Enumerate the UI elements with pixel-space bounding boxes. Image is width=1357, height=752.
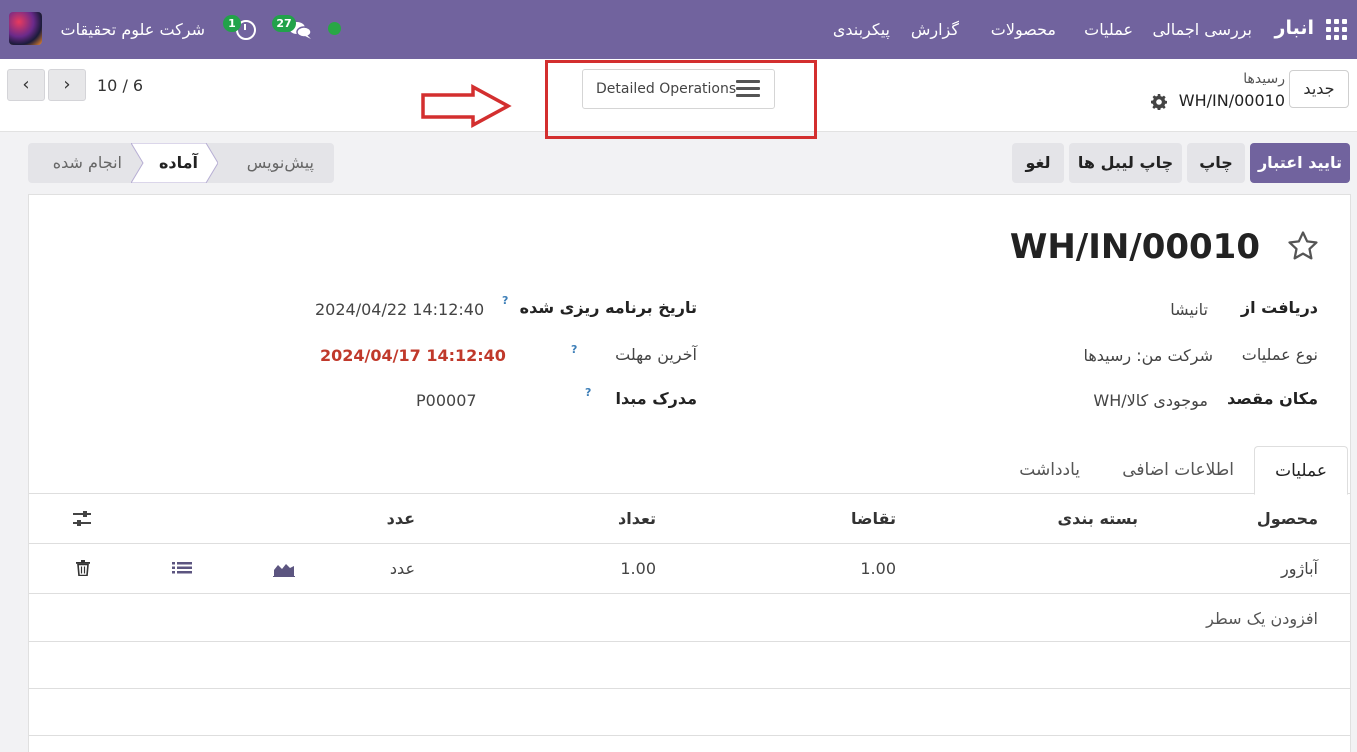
cancel-button[interactable]: لغو: [1012, 143, 1064, 183]
breadcrumb-parent[interactable]: رسیدها: [1243, 71, 1285, 87]
company-name[interactable]: شرکت علوم تحقیقات: [61, 20, 205, 39]
source-document-value[interactable]: P00007: [416, 391, 477, 410]
star-icon[interactable]: [1286, 229, 1320, 263]
pager-value[interactable]: 10 / 6: [97, 76, 143, 95]
row-quantity[interactable]: 1.00: [620, 559, 656, 578]
column-demand[interactable]: تقاضا: [851, 509, 896, 528]
hamburger-icon: [736, 80, 760, 98]
detailed-operations-label: Detailed Operations: [596, 81, 737, 97]
user-avatar[interactable]: [9, 12, 42, 45]
destination-label: مکان مقصد: [1227, 389, 1318, 408]
form-tabs: عملیات اطلاعات اضافی یادداشت: [29, 446, 1350, 495]
operations-table-header: محصول بسته بندی تقاضا تعداد عدد: [29, 494, 1350, 544]
row-uom[interactable]: عدد: [390, 559, 415, 578]
column-quantity[interactable]: تعداد: [618, 509, 656, 528]
print-button[interactable]: چاپ: [1187, 143, 1245, 183]
tab-operations[interactable]: عملیات: [1254, 446, 1348, 495]
new-button[interactable]: جدید: [1289, 70, 1349, 108]
receive-from-label: دریافت از: [1240, 298, 1318, 317]
messages-badge: 27: [272, 15, 296, 32]
detailed-operations-button[interactable]: Detailed Operations: [582, 69, 775, 109]
forecast-chart-icon[interactable]: [273, 561, 295, 577]
source-document-label: مدرک مبدا: [615, 389, 697, 408]
pager-next-button[interactable]: ›: [48, 69, 86, 101]
help-icon[interactable]: ?: [571, 343, 577, 356]
top-navbar: انبار بررسی اجمالی عملیات محصولات گزارش …: [0, 0, 1357, 59]
menu-configuration[interactable]: پیکربندی: [833, 20, 890, 39]
row-demand[interactable]: 1.00: [860, 559, 896, 578]
scheduled-date-label: تاریخ برنامه ریزی شده: [519, 298, 697, 317]
stage-ready[interactable]: آماده: [159, 143, 198, 183]
menu-reporting[interactable]: گزارش: [911, 20, 959, 39]
empty-row: [29, 689, 1350, 736]
destination-value[interactable]: WH/موجودی کالا: [1093, 391, 1208, 410]
gear-icon[interactable]: [1151, 94, 1167, 110]
detailed-list-icon[interactable]: [172, 561, 192, 577]
apps-grid-icon[interactable]: [1326, 19, 1347, 40]
tab-note[interactable]: یادداشت: [999, 446, 1100, 494]
empty-row: [29, 642, 1350, 689]
column-product[interactable]: محصول: [1257, 509, 1318, 528]
column-packaging[interactable]: بسته بندی: [1057, 509, 1138, 528]
deadline-label: آخرین مهلت: [615, 345, 697, 364]
print-labels-button[interactable]: چاپ لیبل ها: [1069, 143, 1182, 183]
operation-type-label: نوع عملیات: [1241, 345, 1318, 364]
help-icon[interactable]: ?: [585, 386, 591, 399]
tab-additional-info[interactable]: اطلاعات اضافی: [1102, 446, 1254, 494]
column-uom[interactable]: عدد: [387, 509, 415, 528]
pager-previous-button[interactable]: ‹: [7, 69, 45, 101]
activities-badge: 1: [223, 15, 241, 32]
column-settings-icon[interactable]: [72, 510, 92, 528]
app-name[interactable]: انبار: [1275, 17, 1314, 39]
breadcrumb-current: WH/IN/00010: [1178, 91, 1285, 110]
help-icon[interactable]: ?: [502, 294, 508, 307]
row-product[interactable]: آباژور: [1281, 559, 1318, 578]
add-line-row: افزودن یک سطر: [29, 594, 1350, 642]
stage-done[interactable]: انجام شده: [53, 143, 122, 183]
status-bar: پیش‌نویس آماده انجام شده: [28, 143, 334, 183]
validate-button[interactable]: تایید اعتبار: [1250, 143, 1350, 183]
add-line-link[interactable]: افزودن یک سطر: [1206, 609, 1318, 628]
stage-draft[interactable]: پیش‌نویس: [247, 143, 314, 183]
receive-from-value[interactable]: تانیشا: [1170, 300, 1208, 319]
menu-overview[interactable]: بررسی اجمالی: [1152, 20, 1252, 39]
menu-products[interactable]: محصولات: [991, 20, 1056, 39]
trash-icon[interactable]: [76, 560, 90, 576]
deadline-value: 2024/04/17 14:12:40: [320, 346, 506, 365]
record-title: WH/IN/00010: [1009, 227, 1260, 267]
arrow-right-icon: [421, 84, 512, 128]
scheduled-date-value[interactable]: 2024/04/22 14:12:40: [315, 300, 484, 319]
status-dot-icon: [328, 22, 341, 35]
menu-operations[interactable]: عملیات: [1084, 20, 1133, 39]
form-sheet: WH/IN/00010 دریافت از تانیشا نوع عملیات …: [28, 194, 1351, 752]
operation-type-value[interactable]: شرکت من: رسیدها: [1083, 346, 1213, 365]
table-row[interactable]: آباژور 1.00 1.00 عدد: [29, 544, 1350, 594]
